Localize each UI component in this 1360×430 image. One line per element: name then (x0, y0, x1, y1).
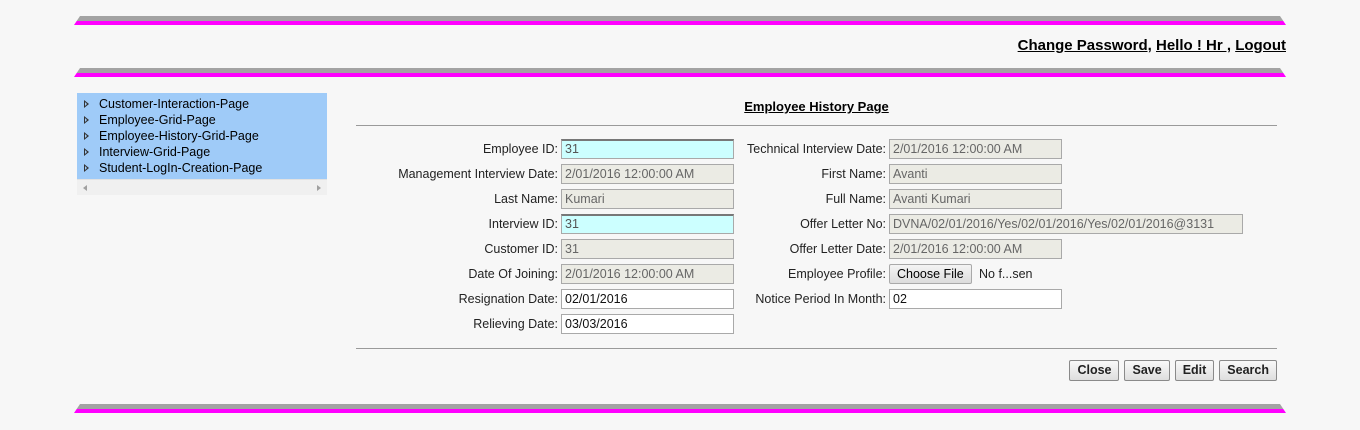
employee-id-label: Employee ID: (482, 142, 558, 156)
sidebar-nav: Customer-Interaction-Page Employee-Grid-… (77, 93, 327, 179)
full-name-label: Full Name: (825, 192, 886, 206)
sidebar-item-employee-grid[interactable]: Employee-Grid-Page (84, 112, 327, 128)
expand-arrow-icon (84, 132, 89, 140)
expand-arrow-icon (84, 164, 89, 172)
interview-id-label: Interview ID: (488, 217, 558, 231)
relieving-date-label: Relieving Date: (473, 317, 558, 331)
choose-file-button[interactable]: Choose File (889, 264, 972, 284)
first-name-field[interactable]: Avanti (889, 164, 1062, 184)
edit-button[interactable]: Edit (1174, 360, 1215, 381)
first-name-label: First Name: (821, 167, 886, 181)
offer-letter-date-label: Offer Letter Date: (789, 242, 886, 256)
customer-id-label: Customer ID: (484, 242, 558, 256)
last-name-label: Last Name: (494, 192, 558, 206)
sidebar-item-customer-interaction[interactable]: Customer-Interaction-Page (84, 96, 327, 112)
customer-id-field[interactable]: 31 (561, 239, 734, 259)
notice-period-field[interactable]: 02 (889, 289, 1062, 309)
search-button[interactable]: Search (1219, 360, 1277, 381)
offer-letter-no-label: Offer Letter No: (800, 217, 886, 231)
page-title: Employee History Page (744, 99, 889, 114)
sidebar-item-label: Student-LogIn-Creation-Page (99, 161, 263, 175)
header-top-bar (74, 16, 1286, 25)
scroll-right-icon[interactable] (317, 185, 321, 191)
header-bottom-bar (74, 68, 1286, 77)
date-of-joining-field[interactable]: 2/01/2016 12:00:00 AM (561, 264, 734, 284)
resignation-date-label: Resignation Date: (458, 292, 558, 306)
last-name-field[interactable]: Kumari (561, 189, 734, 209)
hello-user-link[interactable]: Hello ! Hr , (1156, 37, 1231, 54)
notice-period-label: Notice Period In Month: (755, 292, 886, 306)
file-status-text: No f...sen (979, 267, 1033, 281)
scroll-left-icon[interactable] (83, 185, 87, 191)
technical-interview-date-label: Technical Interview Date: (747, 142, 886, 156)
employee-id-field[interactable]: 31 (561, 139, 734, 159)
management-interview-date-label: Management Interview Date: (398, 167, 558, 181)
relieving-date-field[interactable]: 03/03/2016 (561, 314, 734, 334)
sidebar-horizontal-scrollbar[interactable] (77, 179, 327, 195)
expand-arrow-icon (84, 148, 89, 156)
sidebar-item-label: Employee-Grid-Page (99, 113, 216, 127)
sidebar-item-employee-history-grid[interactable]: Employee-History-Grid-Page (84, 128, 327, 144)
resignation-date-field[interactable]: 02/01/2016 (561, 289, 734, 309)
user-links: Change Password, Hello ! Hr , Logout (1018, 37, 1286, 54)
expand-arrow-icon (84, 100, 89, 108)
footer-bar (74, 404, 1286, 413)
offer-letter-date-field[interactable]: 2/01/2016 12:00:00 AM (889, 239, 1062, 259)
action-buttons: Close Save Edit Search (1069, 360, 1277, 381)
sidebar-item-student-login-creation[interactable]: Student-LogIn-Creation-Page (84, 160, 327, 176)
sidebar-item-label: Customer-Interaction-Page (99, 97, 250, 111)
full-name-field[interactable]: Avanti Kumari (889, 189, 1062, 209)
expand-arrow-icon (84, 116, 89, 124)
management-interview-date-field[interactable]: 2/01/2016 12:00:00 AM (561, 164, 734, 184)
offer-letter-no-field[interactable]: DVNA/02/01/2016/Yes/02/01/2016/Yes/02/01… (889, 214, 1243, 234)
sidebar-item-interview-grid[interactable]: Interview-Grid-Page (84, 144, 327, 160)
divider (356, 348, 1277, 349)
employee-profile-label: Employee Profile: (788, 267, 886, 281)
divider (356, 125, 1277, 126)
technical-interview-date-field[interactable]: 2/01/2016 12:00:00 AM (889, 139, 1062, 159)
save-button[interactable]: Save (1124, 360, 1170, 381)
sidebar-item-label: Employee-History-Grid-Page (99, 129, 259, 143)
change-password-link[interactable]: Change Password, (1018, 37, 1152, 54)
interview-id-field[interactable]: 31 (561, 214, 734, 234)
sidebar-item-label: Interview-Grid-Page (99, 145, 211, 159)
logout-link[interactable]: Logout (1235, 37, 1286, 54)
close-button[interactable]: Close (1069, 360, 1120, 381)
date-of-joining-label: Date Of Joining: (468, 267, 558, 281)
